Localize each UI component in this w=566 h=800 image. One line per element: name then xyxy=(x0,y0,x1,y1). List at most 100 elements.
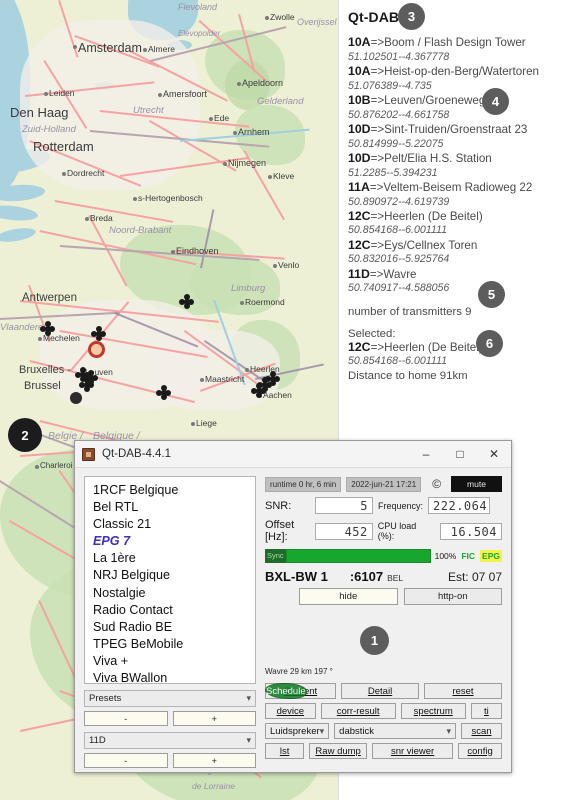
region-label: Limburg xyxy=(231,283,266,294)
panel-title: Qt-DAB xyxy=(348,9,400,25)
preset-prev-button[interactable]: - xyxy=(84,711,168,726)
snr-value: 5 xyxy=(315,497,373,514)
transmitter-entry[interactable]: 10D=>Pelt/Elia H.S. Station 51.2285--5.39… xyxy=(348,151,566,180)
channel-next-button[interactable]: + xyxy=(172,753,256,768)
transmitter-coords: 50.832016--5.925764 xyxy=(348,253,450,266)
corr-result-button[interactable]: corr-result xyxy=(320,703,396,719)
qt-dab-window[interactable]: Qt-DAB-4.4.1 – □ ✕ 1RCF Belgique Bel RTL C… xyxy=(74,440,512,773)
city-label: Zwolle xyxy=(270,12,295,22)
snr-viewer-button[interactable]: snr viewer xyxy=(372,743,454,759)
region-label: Gelderland xyxy=(257,96,304,107)
transmitter-marker[interactable] xyxy=(265,371,280,386)
transmitter-name: =>Sint-Truiden/Groenstraat 23 xyxy=(370,122,528,136)
service-list-item[interactable]: Sud Radio BE xyxy=(93,619,255,636)
maximize-button[interactable]: □ xyxy=(443,441,477,467)
annotation-badge-2: 2 xyxy=(8,418,42,452)
transmitter-marker[interactable] xyxy=(40,321,55,336)
channel-dropdown[interactable]: 11D ▾ xyxy=(84,732,256,749)
estuary-b xyxy=(0,183,46,203)
spectrum-button[interactable]: spectrum xyxy=(400,703,466,719)
transmitter-marker[interactable] xyxy=(179,294,194,309)
service-list-item[interactable]: Nostalgie xyxy=(93,585,255,602)
device-button[interactable]: device xyxy=(265,703,316,719)
service-list-item[interactable]: Classic 21 xyxy=(93,516,255,533)
service-list-item[interactable]: EPG 7 xyxy=(93,533,255,550)
mute-button[interactable]: mute xyxy=(451,476,502,492)
close-button[interactable]: ✕ xyxy=(477,441,511,467)
http-on-button[interactable]: http-on xyxy=(403,588,502,605)
sync-row: Sync 100% FIC EPG xyxy=(265,549,502,563)
annotation-badge-1: 1 xyxy=(360,626,389,655)
annotation-badge-6: 6 xyxy=(476,330,503,357)
channel-stepper: - + xyxy=(84,753,256,768)
selected-transmitter-marker[interactable] xyxy=(88,341,105,358)
city-label: Nijmegen xyxy=(228,158,267,168)
transmitter-entry[interactable]: 12C=>Eys/Cellnex Toren 50.832016--5.92576… xyxy=(348,238,566,267)
service-list-item[interactable]: La 1ère xyxy=(93,550,255,567)
distance-to-home: Distance to home 91km xyxy=(348,370,468,383)
transmitter-entry[interactable]: 10D=>Sint-Truiden/Groenstraat 23 50.81499… xyxy=(348,122,566,151)
city-dot xyxy=(245,368,249,372)
city-dot xyxy=(240,301,244,305)
city-label: Ede xyxy=(214,113,230,123)
presets-dropdown[interactable]: Presets ▾ xyxy=(84,690,256,707)
transmitter-marker[interactable] xyxy=(251,383,266,398)
transmitter-entry[interactable]: 10A=>Heist-op-den-Berg/Watertoren 51.0763… xyxy=(348,64,566,93)
service-list-item[interactable]: Viva BWallon xyxy=(93,670,255,683)
channel-prev-button[interactable]: - xyxy=(84,753,168,768)
raw-dump-button[interactable]: Raw dump xyxy=(309,743,368,759)
city-label: Breda xyxy=(90,213,113,223)
city-dot xyxy=(265,16,269,20)
frequency-label: Frequency: xyxy=(378,500,424,511)
transmitter-coords: 50.814999--5.22075 xyxy=(348,137,444,150)
region-label: de Lorraine xyxy=(192,781,236,791)
device-select-dropdown[interactable]: dabstick ▾ xyxy=(334,723,457,739)
city-label: Amersfoort xyxy=(163,89,208,99)
city-dot xyxy=(200,378,204,382)
scan-button[interactable]: scan xyxy=(461,723,502,739)
transmitter-coords: 51.076389--4.735 xyxy=(348,79,432,92)
transmitter-marker[interactable] xyxy=(79,377,94,392)
city-dot xyxy=(273,264,277,268)
control-row-1: Content Detail reset Schedule xyxy=(265,683,502,699)
runtime-display: runtime 0 hr, 6 min xyxy=(265,476,342,492)
transmitter-entry[interactable]: 10B=>Leuven/Groeneweg 50.876202--4.661758 xyxy=(348,93,566,122)
transmitter-entry[interactable]: 12C=>Heerlen (De Beitel) 50.854168--6.001… xyxy=(348,209,566,238)
ti-button[interactable]: ti xyxy=(470,703,503,719)
transmitter-marker[interactable] xyxy=(91,326,106,341)
copyright-icon[interactable]: © xyxy=(432,477,441,491)
audio-output-dropdown[interactable]: Luidspreker ▾ xyxy=(265,723,330,739)
transmitter-entry[interactable]: 11D=>Wavre 50.740917--4.588056 xyxy=(348,267,566,296)
city-label: Eindhoven xyxy=(176,246,219,256)
service-list-item[interactable]: 1RCF Belgique xyxy=(93,482,255,499)
preset-next-button[interactable]: + xyxy=(172,711,256,726)
transmitter-entry[interactable]: 10A=>Boom / Flash Design Tower 51.102501-… xyxy=(348,35,566,64)
transmitter-channel: 10D xyxy=(348,121,371,136)
transmitter-name: =>Wavre xyxy=(369,267,417,281)
reset-button[interactable]: reset xyxy=(424,683,502,699)
lst-button[interactable]: lst xyxy=(265,743,305,759)
snr-frequency-row: SNR: 5 Frequency: 222.064 xyxy=(265,497,502,514)
service-list-item[interactable]: Viva + xyxy=(93,653,255,670)
city-dot xyxy=(62,172,66,176)
signal-quality-bar xyxy=(285,549,431,563)
transmitter-channel: 11D xyxy=(348,266,370,281)
window-titlebar[interactable]: Qt-DAB-4.4.1 – □ ✕ xyxy=(75,441,511,468)
hide-button[interactable]: hide xyxy=(299,588,398,605)
transmitter-channel: 10B xyxy=(348,92,371,107)
status-row: runtime 0 hr, 6 min 2022-jun-21 17:21 © … xyxy=(265,476,502,492)
service-list-item[interactable]: TPEG BeMobile xyxy=(93,636,255,653)
detail-button[interactable]: Detail xyxy=(341,683,420,699)
service-list-item[interactable]: Radio Contact xyxy=(93,602,255,619)
home-location-marker[interactable] xyxy=(70,392,82,404)
transmitter-entry[interactable]: 11A=>Veltem-Beisem Radioweg 22 50.890972-… xyxy=(348,180,566,209)
region-label: Flevoland xyxy=(178,2,218,12)
service-list-item[interactable]: Bel RTL xyxy=(93,499,255,516)
transmitter-name: =>Heerlen (De Beitel) xyxy=(370,209,483,223)
transmitter-marker[interactable] xyxy=(156,385,171,400)
minimize-button[interactable]: – xyxy=(409,441,443,467)
service-list[interactable]: 1RCF Belgique Bel RTL Classic 21 EPG 7 La 1è… xyxy=(84,476,256,684)
service-list-item[interactable]: NRJ Belgique xyxy=(93,567,255,584)
presets-dropdown-label: Presets xyxy=(89,693,122,704)
config-button[interactable]: config xyxy=(458,743,503,759)
